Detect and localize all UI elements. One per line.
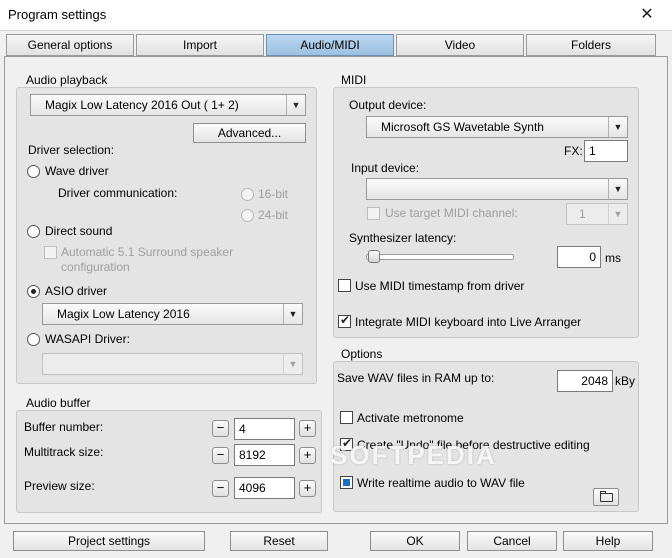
output-device-label: Output device: xyxy=(349,98,427,112)
wasapi-radio[interactable] xyxy=(27,333,40,346)
buffer-number-field[interactable]: 4 xyxy=(234,418,295,440)
playback-device-select[interactable]: Magix Low Latency 2016 Out ( 1+ 2) ▼ xyxy=(30,94,306,116)
input-device-label: Input device: xyxy=(351,161,420,175)
synth-latency-slider-thumb[interactable] xyxy=(368,250,380,263)
surround-label-line1: Automatic 5.1 Surround speaker xyxy=(61,245,234,259)
wave-driver-label: Wave driver xyxy=(45,164,109,178)
use-timestamp-checkbox[interactable] xyxy=(338,279,351,292)
save-wav-field[interactable]: 2048 xyxy=(557,370,613,392)
preview-size-value: 4096 xyxy=(239,481,266,495)
advanced-button[interactable]: Advanced... xyxy=(193,123,306,143)
integrate-keyboard-label: Integrate MIDI keyboard into Live Arrang… xyxy=(355,315,582,329)
metronome-label: Activate metronome xyxy=(357,411,464,425)
target-channel-select[interactable]: 1 ▼ xyxy=(566,203,628,225)
asio-device-value: Magix Low Latency 2016 xyxy=(57,307,190,321)
synth-latency-unit: ms xyxy=(605,251,621,265)
preview-size-label: Preview size: xyxy=(24,479,95,493)
use-target-channel-label: Use target MIDI channel: xyxy=(385,206,518,220)
close-icon[interactable]: ✕ xyxy=(630,2,664,28)
chevron-down-icon: ▼ xyxy=(608,179,627,199)
multitrack-size-label: Multitrack size: xyxy=(24,445,104,459)
folder-icon xyxy=(600,493,613,502)
chevron-down-icon: ▼ xyxy=(286,95,305,115)
tab-general-options[interactable]: General options xyxy=(6,34,134,56)
buffer-number-minus-button[interactable]: − xyxy=(212,420,229,437)
midi-output-select[interactable]: Microsoft GS Wavetable Synth ▼ xyxy=(366,116,628,138)
direct-sound-label: Direct sound xyxy=(45,224,113,238)
ok-button[interactable]: OK xyxy=(370,531,460,551)
audio-buffer-heading: Audio buffer xyxy=(26,396,91,410)
title-bar: Program settings ✕ xyxy=(0,0,672,30)
wasapi-label: WASAPI Driver: xyxy=(45,332,130,346)
asio-driver-radio[interactable] xyxy=(27,285,40,298)
use-timestamp-label: Use MIDI timestamp from driver xyxy=(355,279,525,293)
bit16-radio[interactable] xyxy=(241,188,254,201)
save-wav-label: Save WAV files in RAM up to: xyxy=(337,371,495,385)
driver-communication-label: Driver communication: xyxy=(58,186,178,200)
wave-driver-radio[interactable] xyxy=(27,165,40,178)
buffer-number-value: 4 xyxy=(239,422,246,436)
chevron-down-icon: ▼ xyxy=(608,117,627,137)
tab-video[interactable]: Video xyxy=(396,34,524,56)
synth-latency-slider[interactable] xyxy=(366,254,514,260)
fx-value: 1 xyxy=(589,144,596,158)
direct-sound-radio[interactable] xyxy=(27,225,40,238)
asio-device-select[interactable]: Magix Low Latency 2016 ▼ xyxy=(42,303,303,325)
playback-device-value: Magix Low Latency 2016 Out ( 1+ 2) xyxy=(45,98,239,112)
midi-heading: MIDI xyxy=(341,73,367,87)
audio-playback-heading: Audio playback xyxy=(26,73,108,87)
save-wav-value: 2048 xyxy=(581,374,608,388)
preview-minus-button[interactable]: − xyxy=(212,480,229,497)
bit16-label: 16-bit xyxy=(258,187,289,201)
buffer-number-label: Buffer number: xyxy=(24,420,104,434)
metronome-checkbox[interactable] xyxy=(340,411,353,424)
wasapi-device-select[interactable]: ▼ xyxy=(42,353,303,375)
surround-checkbox[interactable] xyxy=(44,246,57,259)
folder-browse-button[interactable] xyxy=(593,488,619,506)
multitrack-minus-button[interactable]: − xyxy=(212,447,229,464)
help-button[interactable]: Help xyxy=(563,531,653,551)
tab-audio-midi[interactable]: Audio/MIDI xyxy=(266,34,394,56)
save-wav-unit: kBy xyxy=(615,374,636,388)
realtime-wav-checkbox[interactable] xyxy=(340,476,353,489)
multitrack-size-field[interactable]: 8192 xyxy=(234,444,295,466)
reset-button[interactable]: Reset xyxy=(230,531,328,551)
fx-label: FX: xyxy=(564,144,583,158)
bit24-label: 24-bit xyxy=(258,208,289,222)
tab-folders[interactable]: Folders xyxy=(526,34,656,56)
synth-latency-label: Synthesizer latency: xyxy=(349,231,457,245)
window-title: Program settings xyxy=(8,7,107,22)
asio-driver-label: ASIO driver xyxy=(45,284,108,298)
midi-output-value: Microsoft GS Wavetable Synth xyxy=(381,120,544,134)
cancel-button[interactable]: Cancel xyxy=(467,531,557,551)
realtime-wav-label: Write realtime audio to WAV file xyxy=(357,476,525,490)
chevron-down-icon: ▼ xyxy=(283,304,302,324)
checked-indicator xyxy=(343,479,350,486)
buffer-number-plus-button[interactable]: + xyxy=(299,420,316,437)
project-settings-button[interactable]: Project settings xyxy=(13,531,205,551)
multitrack-size-value: 8192 xyxy=(239,448,266,462)
chevron-down-icon: ▼ xyxy=(283,354,302,374)
bit24-radio[interactable] xyxy=(241,209,254,222)
checkmark-icon: ✔ xyxy=(340,313,351,327)
preview-size-field[interactable]: 4096 xyxy=(234,477,295,499)
midi-input-select[interactable]: ▼ xyxy=(366,178,628,200)
integrate-keyboard-checkbox[interactable]: ✔ xyxy=(338,313,351,328)
multitrack-plus-button[interactable]: + xyxy=(299,447,316,464)
use-target-channel-checkbox[interactable] xyxy=(367,207,380,220)
synth-latency-field[interactable]: 0 xyxy=(557,246,601,268)
fx-field[interactable]: 1 xyxy=(584,140,628,162)
surround-label-line2: configuration xyxy=(61,260,130,274)
synth-latency-value: 0 xyxy=(589,250,596,264)
options-heading: Options xyxy=(341,347,383,361)
target-channel-value: 1 xyxy=(579,207,586,221)
tab-import[interactable]: Import xyxy=(136,34,264,56)
preview-plus-button[interactable]: + xyxy=(299,480,316,497)
softpedia-watermark: SOFTPEDIA xyxy=(330,440,497,470)
driver-selection-label: Driver selection: xyxy=(28,143,115,157)
chevron-down-icon: ▼ xyxy=(608,204,627,224)
